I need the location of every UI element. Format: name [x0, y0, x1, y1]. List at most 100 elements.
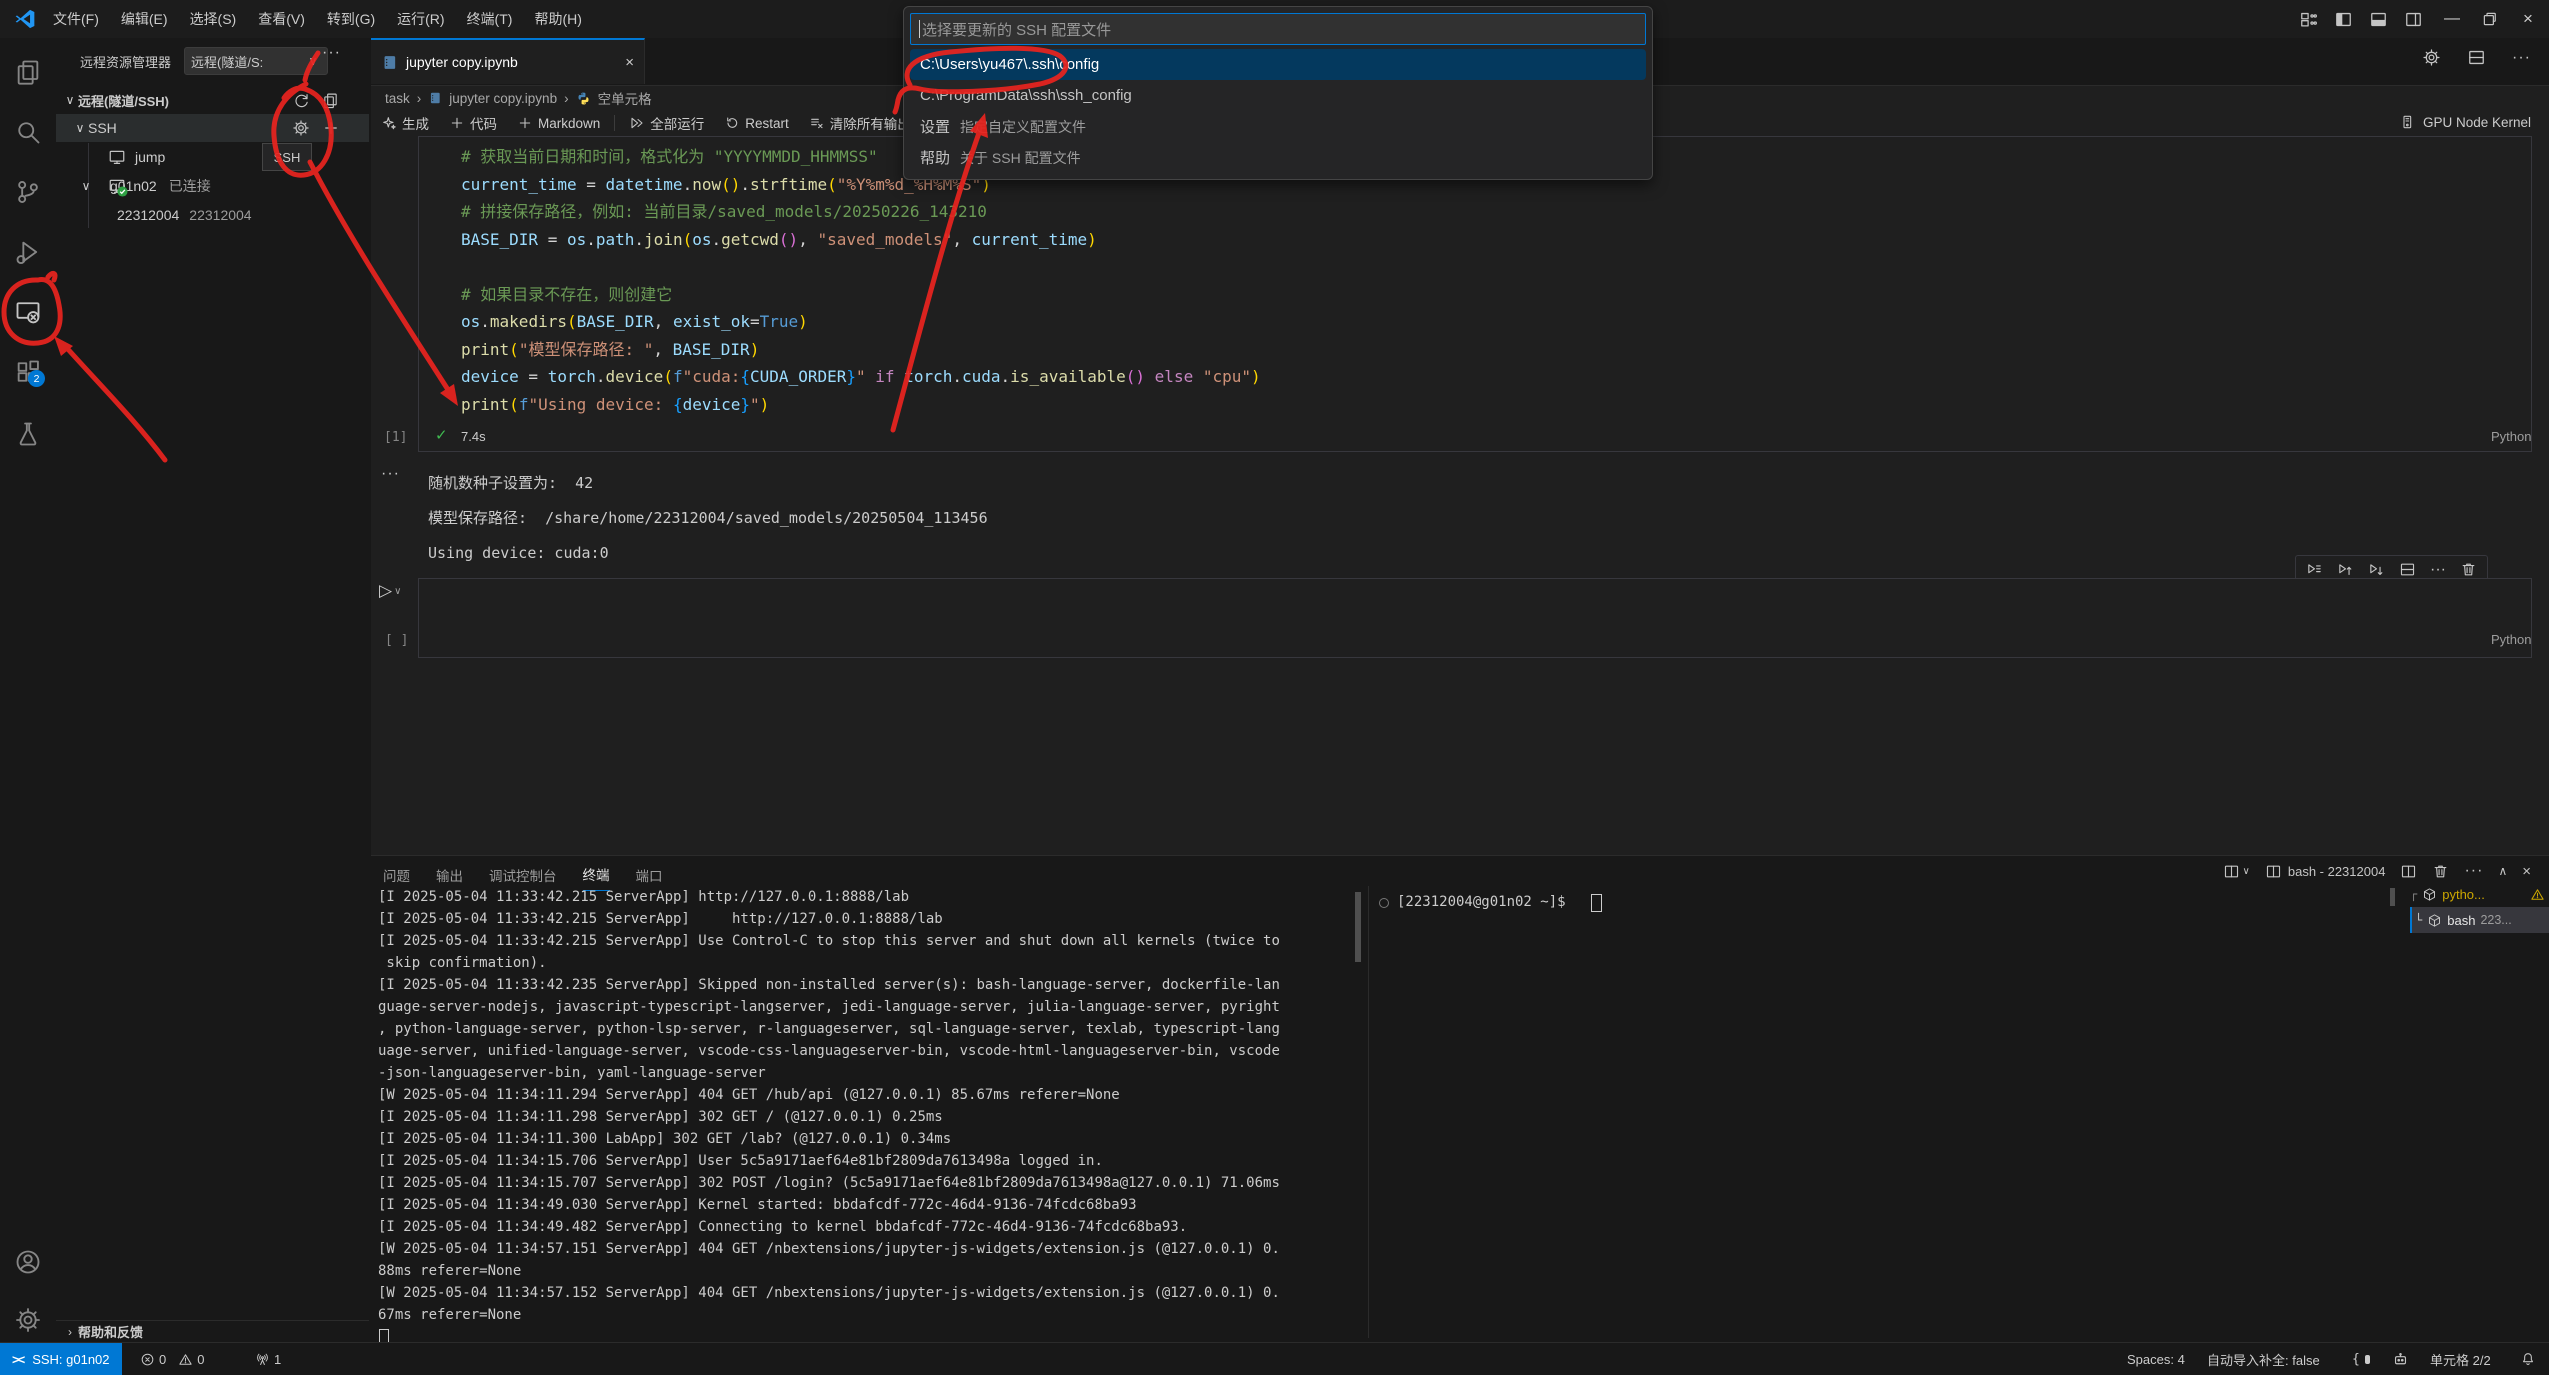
quickpick-input[interactable]: 选择要更新的 SSH 配置文件: [910, 13, 1646, 45]
split-cell-icon[interactable]: [2399, 561, 2416, 578]
quickpick-item-programdata-config[interactable]: C:\ProgramData\ssh\ssh_config: [910, 80, 1646, 111]
quickpick-item-user-config[interactable]: C:\Users\yu467\.ssh\config: [910, 49, 1646, 80]
cell-more-icon[interactable]: ···: [2430, 561, 2446, 579]
notebook-settings-gear-icon[interactable]: [2422, 48, 2441, 67]
remote-icon: ><: [12, 1352, 23, 1367]
explorer-icon[interactable]: [14, 58, 42, 86]
close-tab-icon[interactable]: ×: [625, 54, 634, 71]
kill-terminal-icon[interactable]: [2432, 863, 2449, 880]
menu-edit[interactable]: 编辑(E): [110, 0, 179, 38]
terminal-split-divider[interactable]: [1368, 886, 1369, 1338]
customize-layout-icon[interactable]: [2299, 10, 2318, 29]
menu-goto[interactable]: 转到(G): [316, 0, 386, 38]
close-panel-icon[interactable]: ×: [2522, 863, 2531, 880]
quickpick-item-settings[interactable]: 设置指定自定义配置文件: [910, 111, 1646, 142]
menu-view[interactable]: 查看(V): [247, 0, 316, 38]
launch-profile-button[interactable]: ∨: [2223, 863, 2250, 880]
generate-button[interactable]: 生成: [375, 113, 435, 133]
add-ssh-host-icon[interactable]: [322, 119, 340, 137]
code-line: # 拼接保存路径，例如: 当前目录/saved_models/20250226_…: [461, 198, 2531, 226]
cell-language[interactable]: Python: [2491, 429, 2531, 444]
remote-profile-select[interactable]: 远程(隧道/S: ∨: [184, 47, 328, 75]
language-braces-icon[interactable]: {: [2352, 1343, 2370, 1375]
breadcrumb-file[interactable]: jupyter copy.ipynb: [449, 91, 557, 106]
minimize-icon[interactable]: —: [2439, 10, 2465, 28]
notifications-bell-icon[interactable]: [2520, 1343, 2536, 1375]
extensions-icon[interactable]: 2: [14, 358, 42, 386]
ports-status[interactable]: 1: [255, 1343, 281, 1375]
restart-button[interactable]: Restart: [718, 115, 795, 131]
terminal-title-tab[interactable]: bash - 22312004: [2265, 863, 2386, 880]
breadcrumb[interactable]: task › jupyter copy.ipynb › 空单元格: [385, 87, 652, 109]
terminal-list-item-python[interactable]: ┌ pytho...: [2410, 881, 2549, 907]
testing-icon[interactable]: [14, 420, 42, 448]
open-new-window-icon[interactable]: [322, 92, 339, 109]
settings-gear-icon[interactable]: [14, 1306, 42, 1334]
breadcrumb-folder[interactable]: task: [385, 91, 410, 106]
run-all-button[interactable]: 全部运行: [623, 113, 710, 133]
menu-help[interactable]: 帮助(H): [523, 0, 592, 38]
tree-item-ssh[interactable]: ∨ SSH: [56, 114, 369, 142]
code-cell-2[interactable]: [418, 578, 2532, 658]
terminal-scrollbar[interactable]: [2390, 888, 2395, 906]
output-more-icon[interactable]: ···: [381, 465, 400, 483]
code-cell-1[interactable]: # 获取当前日期和时间，格式化为 "YYYYMMDD_HHMMSS"curren…: [418, 136, 2532, 452]
breadcrumb-cell[interactable]: 空单元格: [598, 88, 652, 108]
panel-split-icon: [2223, 863, 2240, 880]
source-control-icon[interactable]: [14, 178, 42, 206]
account-icon[interactable]: [14, 1248, 42, 1276]
menu-select[interactable]: 选择(S): [179, 0, 248, 38]
sidebar-more-icon[interactable]: ···: [322, 44, 341, 62]
add-markdown-button[interactable]: Markdown: [511, 115, 606, 131]
toggle-secondary-sidebar-icon[interactable]: [2404, 10, 2423, 29]
run-above-icon[interactable]: [2337, 561, 2354, 578]
maximize-panel-icon[interactable]: ∧: [2498, 864, 2507, 878]
section-remote-tunnels-ssh[interactable]: ∨ 远程(隧道/SSH): [56, 86, 369, 114]
tree-item-account[interactable]: 22312004 22312004: [56, 201, 369, 229]
indent-status[interactable]: Spaces: 4: [2127, 1343, 2185, 1375]
refresh-icon[interactable]: [293, 92, 310, 109]
terminal-list-item-bash[interactable]: └ bash 223...: [2410, 907, 2549, 933]
tab-jupyter-copy[interactable]: jupyter copy.ipynb ×: [371, 38, 645, 84]
menu-terminal[interactable]: 终端(T): [456, 0, 524, 38]
copilot-icon[interactable]: [2392, 1343, 2409, 1375]
auto-import-status[interactable]: 自动导入补全: false: [2207, 1343, 2320, 1375]
tree-item-g01n02[interactable]: ∨ g01n02 已连接: [56, 172, 369, 200]
plus-icon: [517, 115, 533, 131]
menu-run[interactable]: 运行(R): [386, 0, 455, 38]
ssh-config-gear-icon[interactable]: [292, 119, 310, 137]
code-line: # 如果目录不存在，则创建它: [461, 281, 2531, 309]
remote-explorer-icon[interactable]: [14, 298, 42, 326]
problems-status[interactable]: 0 0: [140, 1343, 204, 1375]
restore-icon[interactable]: [2481, 10, 2499, 28]
search-icon[interactable]: [14, 118, 42, 146]
section-help-feedback[interactable]: › 帮助和反馈: [56, 1320, 369, 1342]
terminal-line: -json-languageserver-bin, yaml-language-…: [378, 1062, 1359, 1084]
remote-indicator[interactable]: >< SSH: g01n02: [0, 1343, 122, 1375]
run-by-line-icon[interactable]: [2306, 561, 2323, 578]
menu-file[interactable]: 文件(F): [42, 0, 110, 38]
quickpick-item-help[interactable]: 帮助关于 SSH 配置文件: [910, 142, 1646, 173]
code-line: print(f"Using device: {device}"): [461, 391, 2531, 419]
close-window-icon[interactable]: ×: [2515, 9, 2541, 29]
kernel-picker[interactable]: GPU Node Kernel: [2400, 114, 2531, 130]
run-debug-icon[interactable]: [14, 238, 42, 266]
terminal-scrollbar[interactable]: [1355, 892, 1361, 962]
delete-cell-icon[interactable]: [2460, 561, 2477, 578]
add-code-button[interactable]: 代码: [443, 113, 503, 133]
cell-position-status[interactable]: 单元格 2/2: [2430, 1343, 2491, 1375]
terminal-prompt[interactable]: [22312004@g01n02 ~]$: [1397, 894, 1566, 910]
editor-more-icon[interactable]: ···: [2512, 49, 2531, 67]
cell-language[interactable]: Python: [2491, 632, 2531, 647]
terminal-output[interactable]: [I 2025-05-04 11:33:42.215 ServerApp] ht…: [378, 886, 1359, 1338]
bottom-panel: 问题 输出 调试控制台 终端 端口 ∨ bash - 22312004 ··· …: [371, 855, 2549, 1342]
toggle-sidebar-icon[interactable]: [2334, 10, 2353, 29]
split-terminal-icon[interactable]: [2400, 863, 2417, 880]
toggle-panel-icon[interactable]: [2369, 10, 2388, 29]
run-below-icon[interactable]: [2368, 561, 2385, 578]
split-editor-icon[interactable]: [2467, 48, 2486, 67]
tree-item-jump[interactable]: jump: [56, 143, 369, 171]
run-cell-button[interactable]: ▷ ∨: [379, 581, 401, 601]
panel-more-icon[interactable]: ···: [2464, 862, 2483, 880]
clear-outputs-button[interactable]: 清除所有输出: [803, 113, 917, 133]
